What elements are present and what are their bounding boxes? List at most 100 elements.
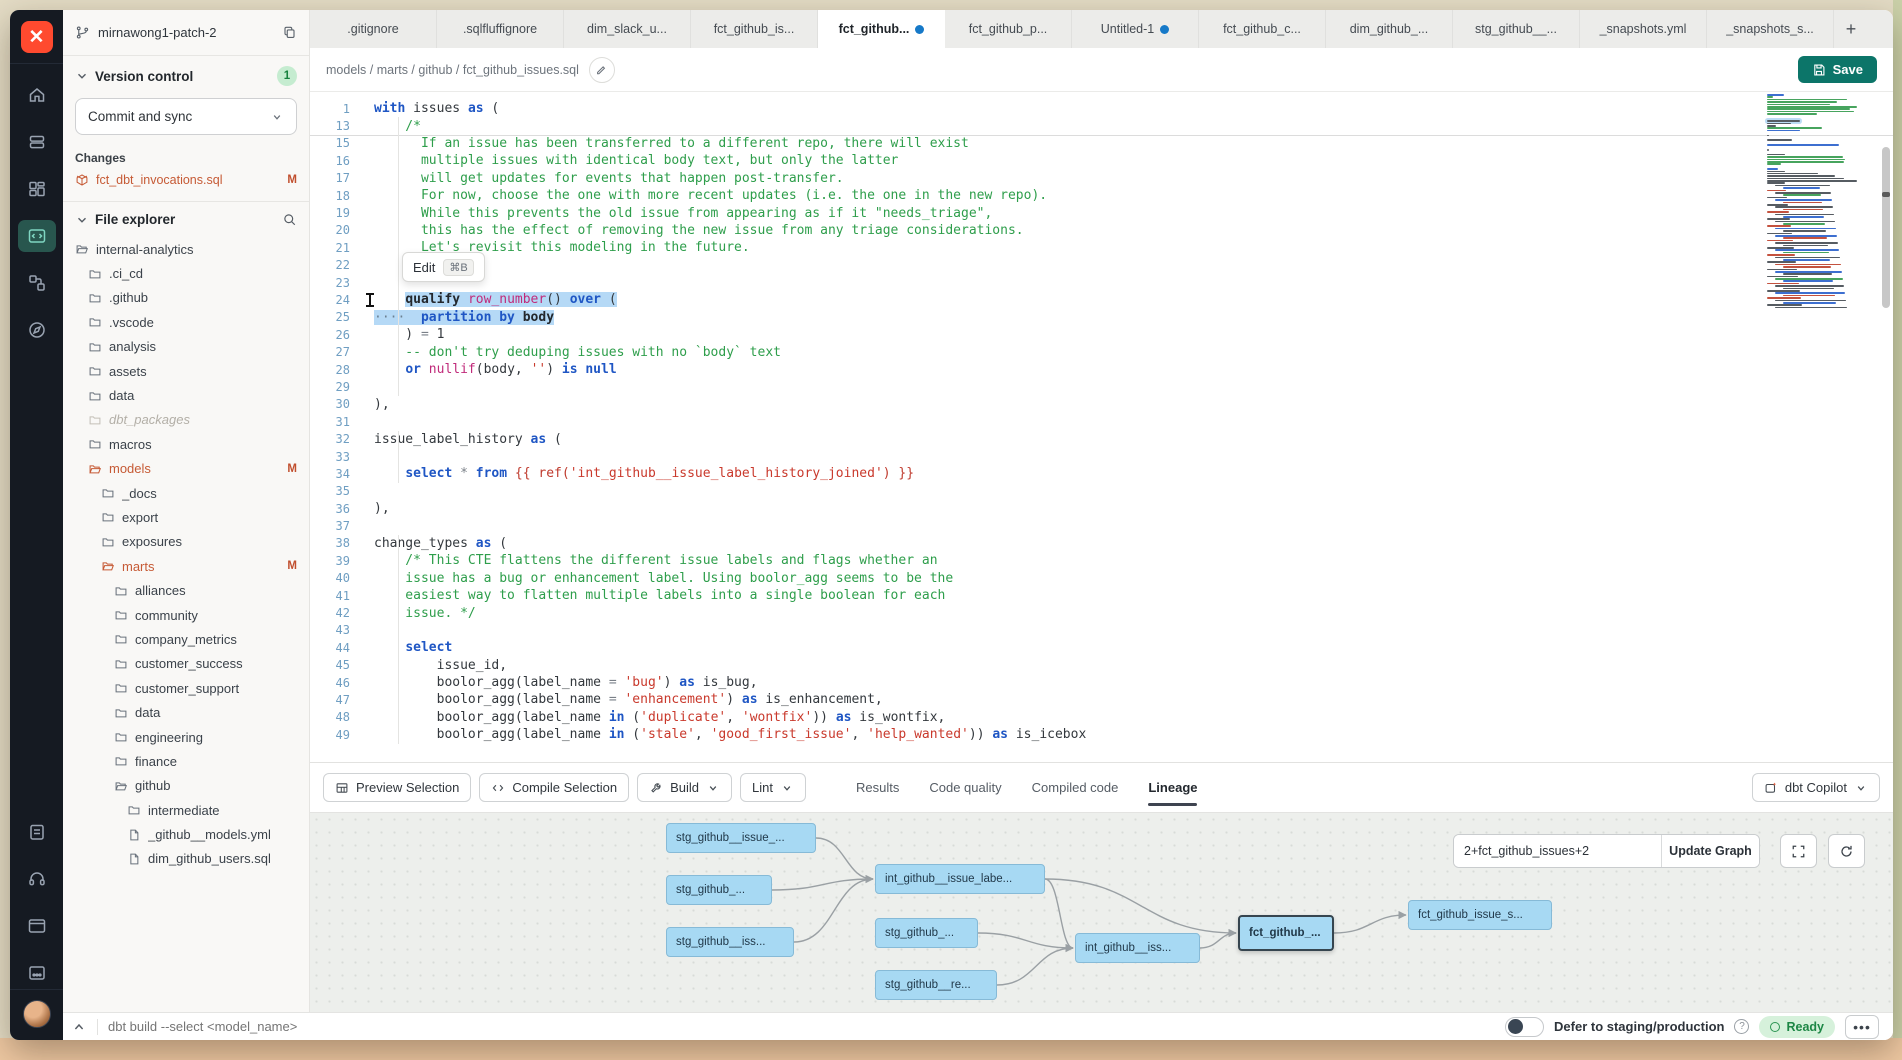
defer-toggle[interactable]: [1505, 1017, 1544, 1037]
help-icon[interactable]: ?: [1734, 1019, 1749, 1034]
code-line[interactable]: 24 qualify row_number() over (: [310, 291, 1893, 308]
scrollbar-thumb[interactable]: [1882, 147, 1890, 308]
code-line[interactable]: 1with issues as (: [310, 100, 1893, 117]
tree-item[interactable]: _github__models.yml: [75, 822, 297, 846]
editor-tab[interactable]: fct_github_is...: [691, 10, 818, 48]
dbt-command-input[interactable]: [108, 1019, 1495, 1034]
code-line[interactable]: 41 easiest way to flatten multiple label…: [310, 587, 1893, 604]
code-line[interactable]: 37: [310, 517, 1893, 534]
code-line[interactable]: 40 issue has a bug or enhancement label.…: [310, 570, 1893, 587]
tree-item[interactable]: export: [75, 505, 297, 529]
rail-headset-button[interactable]: [18, 863, 56, 895]
editor-tab[interactable]: dim_github_...: [1326, 10, 1453, 48]
lineage-node[interactable]: int_github__issue_labe...: [875, 864, 1045, 894]
code-line[interactable]: 25···· partition by body: [310, 309, 1893, 326]
tree-item[interactable]: assets: [75, 359, 297, 383]
rail-code-editor-button[interactable]: [18, 220, 56, 252]
lineage-node[interactable]: fct_github_...: [1238, 915, 1334, 951]
tree-item[interactable]: martsM: [75, 554, 297, 578]
editor-tab[interactable]: .gitignore: [310, 10, 437, 48]
tree-item[interactable]: .ci_cd: [75, 261, 297, 285]
code-line[interactable]: 38change_types as (: [310, 535, 1893, 552]
code-line[interactable]: 33: [310, 448, 1893, 465]
code-line[interactable]: 35: [310, 483, 1893, 500]
tree-item[interactable]: .vscode: [75, 310, 297, 334]
code-line[interactable]: 32issue_label_history as (: [310, 430, 1893, 447]
edit-file-button[interactable]: [589, 57, 615, 83]
tree-item[interactable]: alliances: [75, 578, 297, 602]
tree-item[interactable]: analysis: [75, 335, 297, 359]
tree-item[interactable]: modelsM: [75, 457, 297, 481]
editor-tab[interactable]: _snapshots.yml: [1580, 10, 1707, 48]
code-line[interactable]: 43: [310, 622, 1893, 639]
rail-apps-button[interactable]: [18, 957, 56, 989]
changed-file-row[interactable]: fct_dbt_invocations.sql M: [75, 173, 297, 187]
build-button[interactable]: Build: [637, 773, 732, 802]
code-line[interactable]: 34 select * from {{ ref('int_github__iss…: [310, 465, 1893, 482]
tree-item[interactable]: internal-analytics: [75, 237, 297, 261]
code-line[interactable]: 46 boolor_agg(label_name = 'bug') as is_…: [310, 674, 1893, 691]
rail-browser-button[interactable]: [18, 910, 56, 942]
code-line[interactable]: 28 or nullif(body, '') is null: [310, 361, 1893, 378]
code-line[interactable]: 20 this has the effect of removing the n…: [310, 222, 1893, 239]
more-options-button[interactable]: •••: [1845, 1015, 1879, 1039]
code-line[interactable]: 29: [310, 378, 1893, 395]
code-line[interactable]: 44 select: [310, 639, 1893, 656]
lineage-selector-input[interactable]: [1454, 835, 1661, 867]
code-line[interactable]: 39 /* This CTE flattens the different is…: [310, 552, 1893, 569]
code-line[interactable]: 17 will get updates for events that happ…: [310, 170, 1893, 187]
lineage-node[interactable]: stg_github_...: [875, 918, 978, 948]
rail-workflow-button[interactable]: [18, 267, 56, 299]
dbt-logo-icon[interactable]: ✕: [21, 21, 53, 53]
code-line[interactable]: 26 ) = 1: [310, 326, 1893, 343]
editor-tab[interactable]: .sqlfluffignore: [437, 10, 564, 48]
tree-item[interactable]: data: [75, 383, 297, 407]
tree-item[interactable]: customer_success: [75, 652, 297, 676]
tree-item[interactable]: .github: [75, 286, 297, 310]
code-line[interactable]: 30),: [310, 396, 1893, 413]
code-line[interactable]: 13 /*: [310, 117, 1893, 134]
tree-item[interactable]: customer_support: [75, 676, 297, 700]
expand-console-button[interactable]: [71, 1019, 87, 1035]
search-icon[interactable]: [282, 212, 297, 227]
lineage-node[interactable]: stg_github__re...: [875, 970, 997, 1000]
panel-tab-results[interactable]: Results: [856, 763, 899, 812]
tree-item[interactable]: engineering: [75, 725, 297, 749]
code-line[interactable]: 22: [310, 257, 1893, 274]
rail-compass-button[interactable]: [18, 314, 56, 346]
panel-tab-lineage[interactable]: Lineage: [1148, 763, 1197, 812]
tree-item[interactable]: community: [75, 603, 297, 627]
code-line[interactable]: 49 boolor_agg(label_name in ('stale', 'g…: [310, 726, 1893, 743]
lineage-node[interactable]: stg_github_...: [666, 875, 772, 905]
tree-item[interactable]: exposures: [75, 530, 297, 554]
rail-layers-button[interactable]: [18, 126, 56, 158]
code-line[interactable]: 36),: [310, 500, 1893, 517]
code-line[interactable]: 19 While this prevents the old issue fro…: [310, 204, 1893, 221]
tree-item[interactable]: _docs: [75, 481, 297, 505]
editor-tab[interactable]: fct_github_c...: [1199, 10, 1326, 48]
tooltip-edit-label[interactable]: Edit: [413, 260, 435, 275]
fullscreen-button[interactable]: [1780, 834, 1817, 868]
minimap[interactable]: [1767, 94, 1860, 316]
rail-home-button[interactable]: [18, 79, 56, 111]
copy-icon[interactable]: [282, 25, 297, 40]
code-line[interactable]: 16 multiple issues with identical body t…: [310, 152, 1893, 169]
update-graph-button[interactable]: Update Graph: [1661, 835, 1759, 867]
lineage-node[interactable]: fct_github_issue_s...: [1408, 900, 1552, 930]
compile-selection-button[interactable]: Compile Selection: [479, 773, 629, 802]
code-line[interactable]: 42 issue. */: [310, 604, 1893, 621]
code-line[interactable]: 31: [310, 413, 1893, 430]
tree-item[interactable]: finance: [75, 749, 297, 773]
code-line[interactable]: 27 -- don't try deduping issues with no …: [310, 343, 1893, 360]
tree-item[interactable]: company_metrics: [75, 627, 297, 651]
editor-tab[interactable]: fct_github_p...: [945, 10, 1072, 48]
chevron-down-icon[interactable]: [75, 69, 89, 83]
rail-clipboard-button[interactable]: [18, 816, 56, 848]
tree-item[interactable]: macros: [75, 432, 297, 456]
lineage-node[interactable]: stg_github__issue_...: [666, 823, 816, 853]
lint-button[interactable]: Lint: [740, 773, 806, 802]
lineage-node[interactable]: int_github__iss...: [1075, 933, 1200, 963]
tree-item[interactable]: intermediate: [75, 798, 297, 822]
new-tab-button[interactable]: +: [1834, 10, 1868, 48]
editor-tab[interactable]: dim_slack_u...: [564, 10, 691, 48]
